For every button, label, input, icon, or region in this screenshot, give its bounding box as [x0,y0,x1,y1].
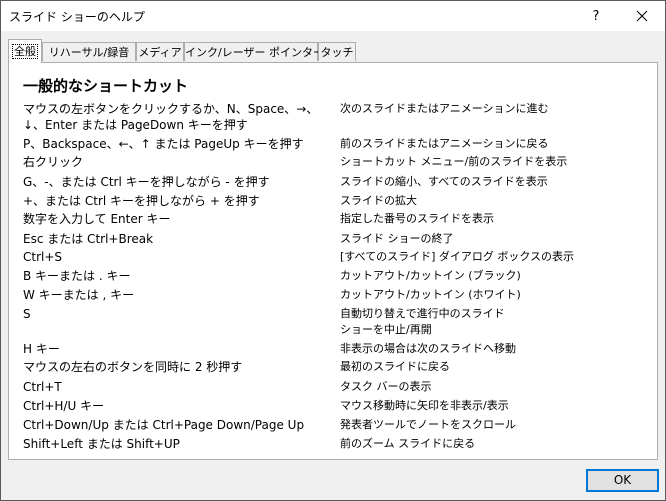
shortcut-action: 指定した番号のスライドを表示 [340,212,494,225]
shortcut-action: カットアウト/カットイン (ブラック) [340,269,521,282]
shortcut-action: 前のスライドまたはアニメーションに戻る [340,137,549,150]
shortcut-action: 非表示の場合は次のスライドへ移動 [340,342,516,355]
shortcut-key: B キーまたは . キー [23,269,131,283]
tab-label: 全般 [12,44,38,59]
shortcut-key: マウスの左右のボタンを同時に 2 秒押す [23,360,243,374]
section-title: 一般的なショートカット [23,77,189,95]
shortcut-action: [すべてのスライド] ダイアログ ボックスの表示 [340,250,575,263]
shortcut-action: タスク バーの表示 [340,380,432,393]
shortcut-action: 自動切り替えで進行中のスライド ショーを中止/再開 [340,307,505,336]
shortcut-action: ショートカット メニュー/前のスライドを表示 [340,155,568,168]
shortcut-action: 前のズーム スライドに戻る [340,437,476,450]
shortcut-key: +、または Ctrl キーを押しながら + を押す [23,194,260,208]
shortcut-key: マウスの左ボタンをクリックするか、N、Space、→、↓、Enter または P… [23,102,319,132]
shortcut-key: Ctrl+T [23,380,62,394]
shortcut-key: W キーまたは , キー [23,288,135,302]
tab-rehearse-record[interactable]: リハーサル/録音 [42,42,136,61]
shortcut-action: スライドの拡大 [340,194,417,207]
shortcut-action: 発表者ツールでノートをスクロール [340,418,516,431]
close-icon [636,10,648,22]
tab-ink-laser-pointer[interactable]: インク/レーザー ポインター [184,42,324,61]
tab-general[interactable]: 全般 [8,39,42,63]
close-button[interactable] [619,1,665,31]
window-title: スライド ショーのヘルプ [9,10,145,24]
shortcut-key: 数字を入力して Enter キー [23,212,171,226]
shortcut-key: 右クリック [23,155,84,169]
shortcut-key: P、Backspace、←、↑ または PageUp キーを押す [23,137,304,151]
shortcut-action: 最初のスライドに戻る [340,360,450,373]
shortcut-action: 次のスライドまたはアニメーションに進む [340,102,549,115]
shortcut-key: G、-、または Ctrl キーを押しながら - を押す [23,175,270,189]
shortcut-action: マウス移動時に矢印を非表示/表示 [340,399,509,412]
shortcut-key: Shift+Left または Shift+UP [23,437,180,451]
title-bar: スライド ショーのヘルプ ? [1,1,665,31]
shortcut-key: S [23,307,31,321]
shortcut-action: スライド ショーの終了 [340,232,454,245]
tab-touch[interactable]: タッチ [318,42,356,61]
shortcut-key: Ctrl+S [23,250,63,264]
shortcut-key: Ctrl+Down/Up または Ctrl+Page Down/Page Up [23,418,305,432]
ok-button[interactable]: OK [586,469,659,492]
shortcut-action: スライドの縮小、すべてのスライドを表示 [340,175,548,188]
tab-panel: 一般的なショートカット マウスの左ボタンをクリックするか、N、Space、→、↓… [8,62,658,460]
shortcut-key: Esc または Ctrl+Break [23,232,154,246]
tab-media[interactable]: メディア [136,42,184,61]
shortcut-action: カットアウト/カットイン (ホワイト) [340,288,521,301]
shortcut-key: H キー [23,342,60,356]
shortcut-key: Ctrl+H/U キー [23,399,105,413]
help-dialog: スライド ショーのヘルプ ? 全般 リハーサル/録音 メディア インク/レーザー… [0,0,666,501]
help-button[interactable]: ? [573,1,619,31]
